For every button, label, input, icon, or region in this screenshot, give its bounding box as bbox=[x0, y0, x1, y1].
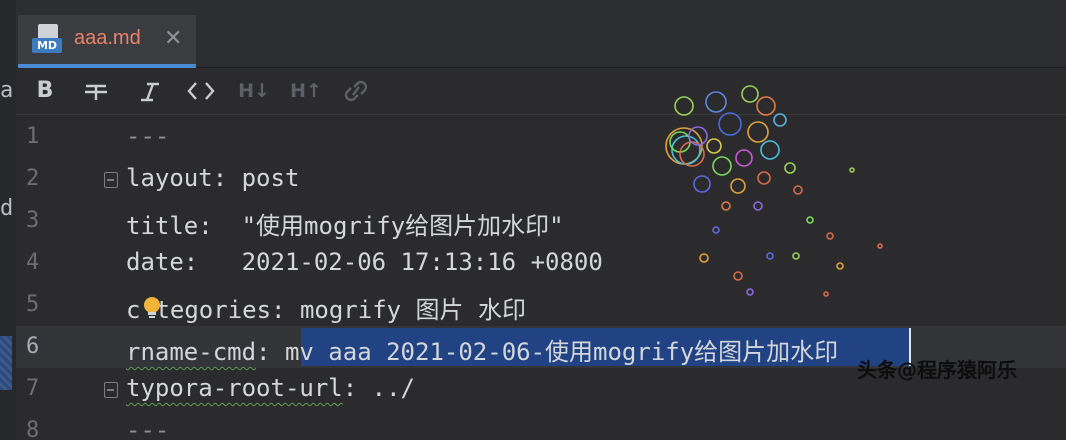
left-panel-char-d: d bbox=[0, 196, 14, 221]
tab-aaa-md[interactable]: MD aaa.md ✕ bbox=[18, 15, 196, 68]
code-line-6-sep: : bbox=[256, 338, 285, 366]
code-line-1: --- bbox=[126, 122, 170, 150]
heading-decrease-icon[interactable]: H↓ bbox=[238, 76, 270, 106]
code-line-4: date: 2021-02-06 17:13:16 +0800 bbox=[126, 248, 603, 276]
italic-icon[interactable] bbox=[138, 76, 162, 106]
close-icon[interactable]: ✕ bbox=[164, 26, 182, 51]
bold-icon[interactable]: B bbox=[34, 76, 56, 106]
code-line-5-rest: tegories: mogrify 图片 水印 bbox=[155, 296, 526, 324]
code-line-5-prefix: c bbox=[126, 296, 141, 324]
code-line-3: title: "使用mogrify给图片加水印" bbox=[126, 212, 564, 240]
markdown-toolbar: B H↓ H↑ bbox=[16, 68, 1066, 115]
left-panel-edge: a d bbox=[0, 0, 16, 440]
tab-bar: MD aaa.md ✕ bbox=[16, 0, 1066, 68]
code-line-7-rest: : ../ bbox=[342, 374, 415, 402]
line-number: 1 bbox=[26, 124, 40, 149]
code-line-6-selected: mv aaa 2021-02-06-使用mogrify给图片加水印 bbox=[284, 338, 839, 366]
strikethrough-icon[interactable] bbox=[82, 76, 110, 106]
code-line-6: rname-cmd: mv aaa 2021-02-06-使用mogrify给图… bbox=[126, 332, 838, 367]
watermark: 头条@程序猿阿乐 bbox=[857, 358, 1017, 382]
fold-marker[interactable] bbox=[104, 172, 118, 188]
line-gutter: 1 2 3 4 5 6 7 8 bbox=[16, 116, 116, 440]
code-editor[interactable]: 1 2 3 4 5 6 7 8 --- layout: post title: … bbox=[16, 116, 1066, 440]
markdown-file-icon: MD bbox=[32, 24, 62, 54]
selection-marker bbox=[0, 336, 12, 390]
code-line-8: --- bbox=[126, 416, 170, 440]
left-panel-char-a: a bbox=[0, 78, 14, 103]
line-number: 4 bbox=[26, 250, 40, 275]
line-number: 7 bbox=[26, 376, 40, 401]
line-number: 6 bbox=[26, 334, 40, 359]
link-icon[interactable] bbox=[342, 76, 370, 106]
code-line-6-key: rname-cmd bbox=[126, 338, 257, 366]
lightbulb-icon[interactable] bbox=[142, 296, 162, 320]
line-number: 8 bbox=[26, 418, 40, 440]
line-number: 5 bbox=[26, 292, 40, 317]
fold-marker[interactable] bbox=[104, 382, 118, 398]
line-number: 2 bbox=[26, 166, 40, 191]
line-number: 3 bbox=[26, 208, 40, 233]
code-line-5: c tegories: mogrify 图片 水印 bbox=[126, 290, 526, 325]
tab-title: aaa.md bbox=[74, 27, 141, 49]
code-icon[interactable] bbox=[186, 76, 216, 106]
heading-increase-icon[interactable]: H↑ bbox=[290, 76, 322, 106]
code-line-2: layout: post bbox=[126, 164, 300, 192]
code-line-7: typora-root-url: ../ bbox=[126, 374, 415, 402]
code-line-7-key: typora-root-url bbox=[126, 374, 343, 402]
